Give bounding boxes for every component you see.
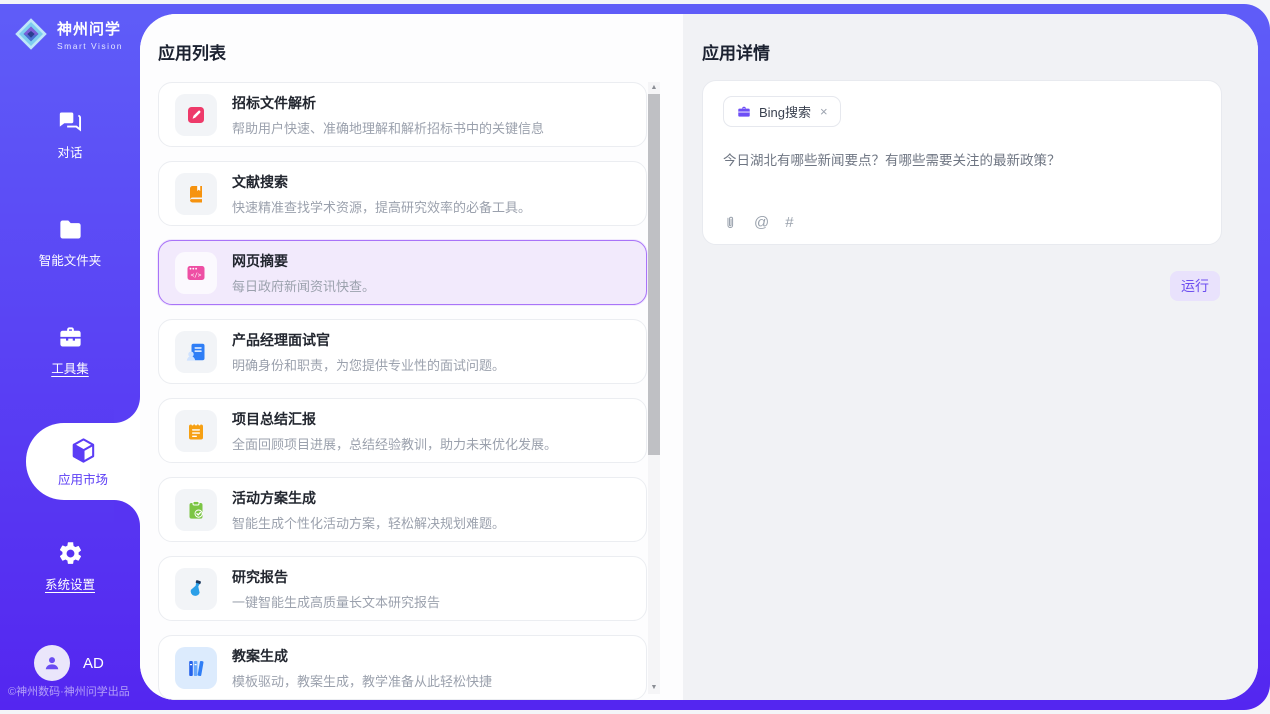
app-card-text: 项目总结汇报 全面回顾项目进展，总结经验教训，助力未来优化发展。 <box>232 409 557 453</box>
app-icon-box <box>175 94 217 136</box>
app-card-research-report[interactable]: 研究报告 一键智能生成高质量长文本研究报告 <box>158 556 647 621</box>
sidebar-item-smart-folder[interactable]: 智能文件夹 <box>0 216 140 270</box>
app-desc: 智能生成个性化活动方案，轻松解决规划难题。 <box>232 513 505 532</box>
app-desc: 明确身份和职责，为您提供专业性的面试问题。 <box>232 355 505 374</box>
app-window: 神州问学 Smart Vision 对话 智能文件夹 工具集 <box>0 0 1270 714</box>
app-card-lesson-plan[interactable]: 教案生成 模板驱动，教案生成，教学准备从此轻松快捷 <box>158 635 647 700</box>
app-desc: 帮助用户快速、准确地理解和解析招标书中的关键信息 <box>232 118 544 137</box>
app-icon-box <box>175 173 217 215</box>
sidebar-item-label: 应用市场 <box>58 469 108 488</box>
app-card-text: 文献搜索 快速精准查找学术资源，提高研究效率的必备工具。 <box>232 172 531 216</box>
app-name: 产品经理面试官 <box>232 330 505 350</box>
app-card-text: 研究报告 一键智能生成高质量长文本研究报告 <box>232 567 440 611</box>
sidebar-item-app-market[interactable]: 应用市场 <box>26 423 140 500</box>
app-icon-box <box>175 568 217 610</box>
gear-icon <box>57 540 84 567</box>
diamond-gem-icon <box>13 16 49 52</box>
app-card-bid-parse[interactable]: 招标文件解析 帮助用户快速、准确地理解和解析招标书中的关键信息 <box>158 82 647 147</box>
notepad-icon <box>185 420 207 442</box>
ink-flask-icon <box>185 578 207 600</box>
chat-icon <box>57 108 84 135</box>
copyright-text: ©神州数码·神州问学出品 <box>8 683 130 699</box>
app-desc: 每日政府新闻资讯快查。 <box>232 276 375 295</box>
app-card-text: 活动方案生成 智能生成个性化活动方案，轻松解决规划难题。 <box>232 488 505 532</box>
paperclip-icon[interactable] <box>721 214 738 231</box>
svg-text:</>: </> <box>191 271 202 278</box>
app-name: 招标文件解析 <box>232 93 544 113</box>
app-card-literature-search[interactable]: 文献搜索 快速精准查找学术资源，提高研究效率的必备工具。 <box>158 161 647 226</box>
app-card-text: 产品经理面试官 明确身份和职责，为您提供专业性的面试问题。 <box>232 330 505 374</box>
sidebar-item-label: 智能文件夹 <box>39 250 102 269</box>
app-icon-box <box>175 489 217 531</box>
app-detail-panel: 应用详情 Bing搜索 × 今日湖北有哪些新闻要点？有哪些需要关注的最新政策？ … <box>683 14 1258 700</box>
avatar <box>34 645 70 681</box>
app-detail-title: 应用详情 <box>702 39 770 64</box>
scroll-up-icon[interactable]: ▲ <box>648 82 660 94</box>
mention-icon[interactable]: @ <box>754 214 769 231</box>
app-name: 活动方案生成 <box>232 488 505 508</box>
app-icon-box <box>175 331 217 373</box>
app-name: 网页摘要 <box>232 251 375 271</box>
sidebar-item-settings[interactable]: 系统设置 <box>0 540 140 594</box>
app-card-web-summary[interactable]: </> 网页摘要 每日政府新闻资讯快查。 <box>158 240 647 305</box>
tool-tag-bing-search[interactable]: Bing搜索 × <box>723 96 841 127</box>
toolbox-icon <box>57 324 84 351</box>
folder-icon <box>57 216 84 243</box>
brand-text: 神州问学 Smart Vision <box>57 18 123 51</box>
book-icon <box>185 183 207 205</box>
selected-tab-fillet-top <box>114 397 140 423</box>
scroll-down-icon[interactable]: ▼ <box>648 682 660 694</box>
briefcase-icon <box>736 104 752 120</box>
app-name: 项目总结汇报 <box>232 409 557 429</box>
app-icon-box <box>175 410 217 452</box>
tool-tag-label: Bing搜索 <box>759 102 811 121</box>
app-icon-box <box>175 647 217 689</box>
brand-name: 神州问学 <box>57 18 123 39</box>
browser-code-icon: </> <box>185 262 207 284</box>
app-name: 研究报告 <box>232 567 440 587</box>
clipboard-check-icon <box>185 499 207 521</box>
sidebar-item-label: 工具集 <box>51 358 89 377</box>
app-card-event-plan[interactable]: 活动方案生成 智能生成个性化活动方案，轻松解决规划难题。 <box>158 477 647 542</box>
sidebar-item-label: 对话 <box>57 142 82 161</box>
app-list-scrollbar[interactable]: ▲ ▼ <box>648 82 660 694</box>
tag-close-icon[interactable]: × <box>820 104 828 119</box>
app-card-text: 招标文件解析 帮助用户快速、准确地理解和解析招标书中的关键信息 <box>232 93 544 137</box>
question-input[interactable]: 今日湖北有哪些新闻要点？有哪些需要关注的最新政策？ <box>723 151 1201 171</box>
app-desc: 一键智能生成高质量长文本研究报告 <box>232 592 440 611</box>
sidebar-item-label: 系统设置 <box>45 574 95 593</box>
app-desc: 快速精准查找学术资源，提高研究效率的必备工具。 <box>232 197 531 216</box>
app-desc: 全面回顾项目进展，总结经验教训，助力未来优化发展。 <box>232 434 557 453</box>
prompt-card: Bing搜索 × 今日湖北有哪些新闻要点？有哪些需要关注的最新政策？ @ # <box>702 80 1222 245</box>
attachment-toolbar: @ # <box>721 214 794 231</box>
app-card-text: 教案生成 模板驱动，教案生成，教学准备从此轻松快捷 <box>232 646 492 690</box>
selected-tab-fillet-bottom <box>114 500 140 526</box>
app-name: 文献搜索 <box>232 172 531 192</box>
brand-subtitle: Smart Vision <box>57 41 123 51</box>
person-icon <box>42 653 62 673</box>
scrollbar-thumb[interactable] <box>648 94 660 455</box>
app-desc: 模板驱动，教案生成，教学准备从此轻松快捷 <box>232 671 492 690</box>
app-name: 教案生成 <box>232 646 492 666</box>
app-card-pm-interviewer[interactable]: 产品经理面试官 明确身份和职责，为您提供专业性的面试问题。 <box>158 319 647 384</box>
pen-square-icon <box>185 104 207 126</box>
sidebar: 神州问学 Smart Vision 对话 智能文件夹 工具集 <box>0 0 140 714</box>
main-content: 应用列表 招标文件解析 帮助用户快速、准确地理解和解析招标书中的关键信息 <box>140 14 1258 700</box>
app-icon-box: </> <box>175 252 217 294</box>
brand-logo: 神州问学 Smart Vision <box>13 16 123 52</box>
hashtag-icon[interactable]: # <box>785 214 793 231</box>
cube-icon <box>69 436 98 465</box>
books-icon <box>185 657 207 679</box>
app-card-text: 网页摘要 每日政府新闻资讯快查。 <box>232 251 375 295</box>
app-list: 招标文件解析 帮助用户快速、准确地理解和解析招标书中的关键信息 文献搜索 <box>158 82 647 700</box>
app-list-title: 应用列表 <box>158 39 226 64</box>
sidebar-item-toolkit[interactable]: 工具集 <box>0 324 140 378</box>
app-list-panel: 应用列表 招标文件解析 帮助用户快速、准确地理解和解析招标书中的关键信息 <box>140 14 683 700</box>
run-button[interactable]: 运行 <box>1170 271 1220 301</box>
user-account[interactable]: AD <box>34 645 104 681</box>
sidebar-item-chat[interactable]: 对话 <box>0 108 140 162</box>
interviewer-doc-icon <box>185 341 207 363</box>
app-card-project-summary[interactable]: 项目总结汇报 全面回顾项目进展，总结经验教训，助力未来优化发展。 <box>158 398 647 463</box>
user-initials: AD <box>83 655 104 672</box>
